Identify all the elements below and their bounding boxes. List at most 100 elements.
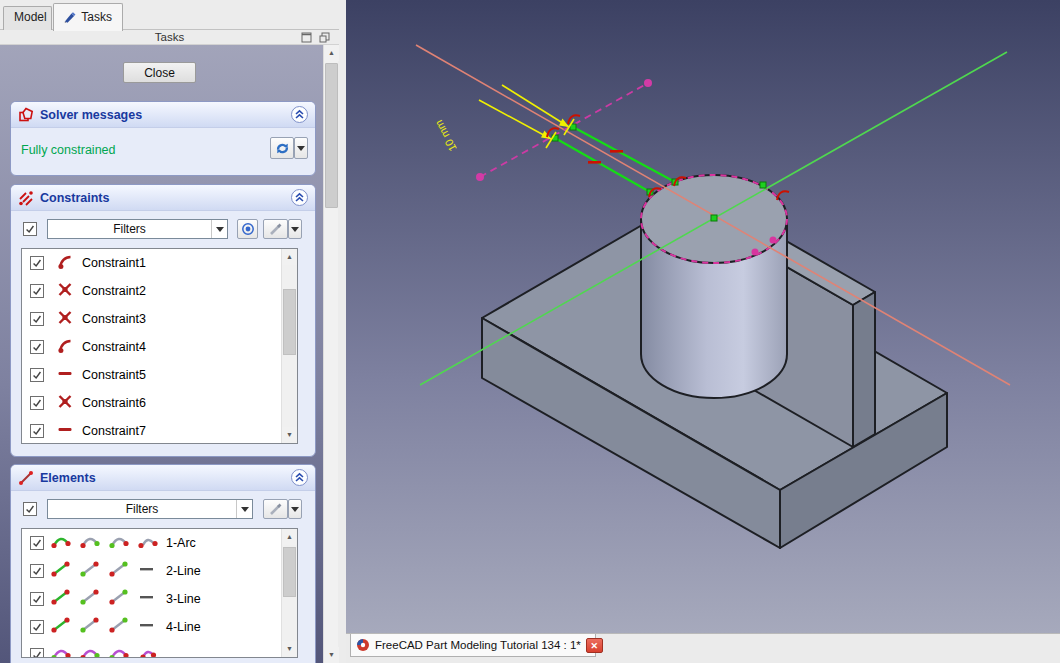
row-checkbox[interactable]: [30, 564, 44, 578]
constraints-settings-dropdown[interactable]: [288, 219, 302, 239]
constraints-master-checkbox[interactable]: [23, 222, 37, 236]
constraint-row[interactable]: Constraint4: [22, 333, 297, 361]
row-checkbox[interactable]: [30, 312, 44, 326]
refresh-icon: [275, 141, 290, 156]
row-checkbox[interactable]: [30, 284, 44, 298]
element-icon-line-gray-gr: [80, 589, 102, 609]
constraints-header[interactable]: Constraints: [11, 185, 315, 211]
scroll-down-icon[interactable]: ▼: [282, 641, 297, 657]
elements-settings-button[interactable]: [263, 499, 288, 519]
constraint-label: Constraint5: [82, 368, 146, 382]
constraints-list-scrollbar[interactable]: ▲ ▼: [281, 249, 297, 443]
solver-messages-header[interactable]: Solver messages: [11, 102, 315, 128]
constraint-type-icon: [56, 281, 76, 302]
row-checkbox[interactable]: [30, 340, 44, 354]
row-checkbox[interactable]: [30, 648, 44, 658]
solver-collapse-button[interactable]: [291, 106, 308, 123]
element-icon-arc-mag-rg: [80, 645, 102, 658]
element-icon-arc-small-rr: [138, 533, 160, 553]
dimension-10mm[interactable]: [479, 85, 574, 148]
tab-model[interactable]: Model: [3, 6, 52, 30]
element-row[interactable]: 2-Line: [22, 557, 297, 585]
element-icon-dash: [138, 561, 160, 581]
wand-icon: [268, 222, 283, 237]
scroll-down-icon[interactable]: ▼: [324, 647, 339, 663]
chevron-up-icon: [294, 192, 305, 203]
tab-tasks[interactable]: Tasks: [53, 3, 123, 31]
element-row[interactable]: 1-Arc: [22, 529, 297, 557]
elements-header[interactable]: Elements: [11, 465, 315, 491]
constraint-row[interactable]: Constraint6: [22, 389, 297, 417]
elements-list-scrollbar[interactable]: ▲ ▼: [281, 529, 297, 657]
wand-icon: [268, 502, 283, 517]
scroll-up-icon[interactable]: ▲: [282, 529, 297, 545]
elements-master-checkbox[interactable]: [23, 502, 37, 516]
constraint-label: Constraint4: [82, 340, 146, 354]
update-dropdown-button[interactable]: [294, 137, 308, 159]
freecad-icon: [356, 638, 370, 652]
scroll-down-icon[interactable]: ▼: [282, 427, 297, 443]
constraint-label: Constraint1: [82, 256, 146, 270]
constraint-type-icon: [56, 309, 76, 330]
row-checkbox[interactable]: [30, 424, 44, 438]
combo-arrow-icon: [236, 500, 252, 518]
float-panel-icon[interactable]: [301, 32, 312, 43]
constraints-filter-combobox[interactable]: Filters: [47, 219, 228, 239]
element-row[interactable]: 4-Line: [22, 613, 297, 641]
constraints-collapse-button[interactable]: [291, 189, 308, 206]
element-icon-line-gray-rg: [109, 561, 131, 581]
row-checkbox[interactable]: [30, 536, 44, 550]
update-button[interactable]: [270, 137, 294, 159]
element-row[interactable]: 3-Line: [22, 585, 297, 613]
row-checkbox[interactable]: [30, 256, 44, 270]
element-label: 1-Arc: [166, 536, 196, 550]
row-checkbox[interactable]: [30, 592, 44, 606]
tasks-panel-title: Tasks: [155, 31, 184, 43]
tab-close-button[interactable]: ✕: [586, 638, 603, 653]
close-button[interactable]: Close: [123, 62, 196, 83]
row-checkbox[interactable]: [30, 396, 44, 410]
document-tab[interactable]: FreeCAD Part Modeling Tutorial 134 : 1* …: [350, 634, 596, 657]
element-icon-arc-gray-rg: [80, 533, 102, 553]
dock-panel-icon[interactable]: [319, 32, 330, 43]
panel-splitter[interactable]: [339, 0, 346, 663]
horizontal-constraint-marks: [588, 150, 623, 164]
constraint-label: Constraint6: [82, 396, 146, 410]
sketch-line-1[interactable]: [555, 138, 650, 192]
combo-arrow-icon: [211, 220, 227, 238]
element-icon-arc-mag-gr: [109, 645, 131, 658]
element-icon-line-gray-rg: [109, 589, 131, 609]
row-checkbox[interactable]: [30, 620, 44, 634]
elements-list: 1-Arc 2-Line 3-Line4-Line ▲ ▼: [21, 528, 298, 658]
panel-scrollbar[interactable]: ▲ ▼: [323, 45, 338, 663]
row-checkbox[interactable]: [30, 368, 44, 382]
element-row[interactable]: [22, 641, 297, 658]
elements-filter-combobox[interactable]: Filters: [47, 499, 253, 519]
element-icon-line-green-rr: [51, 617, 73, 637]
constraint-label: Constraint2: [82, 284, 146, 298]
elements-filter-label: Filters: [48, 502, 236, 516]
elements-collapse-button[interactable]: [291, 469, 308, 486]
element-icon-arc-small-mag: [138, 645, 160, 658]
constraint-row[interactable]: Constraint2: [22, 277, 297, 305]
dropdown-arrow-icon: [291, 507, 299, 512]
constraint-row[interactable]: Constraint5: [22, 361, 297, 389]
constraint-row[interactable]: Constraint7: [22, 417, 297, 444]
constraint-row[interactable]: Constraint1: [22, 249, 297, 277]
show-hide-constraints-button[interactable]: [237, 219, 258, 239]
scroll-up-icon[interactable]: ▲: [324, 45, 339, 61]
solver-status: Fully constrained: [21, 143, 116, 157]
scroll-up-icon[interactable]: ▲: [282, 249, 297, 265]
element-label: 2-Line: [166, 564, 201, 578]
sketch-line-2[interactable]: [573, 127, 675, 182]
constraint-type-icon: [56, 337, 76, 358]
element-icon-line-green-rr: [51, 589, 73, 609]
constraint-label: Constraint3: [82, 312, 146, 326]
sketch-point: [752, 249, 759, 256]
elements-settings-dropdown[interactable]: [288, 499, 302, 519]
construction-point: [476, 173, 484, 181]
constraints-settings-button[interactable]: [263, 219, 288, 239]
elements-section: Elements Filters 1-Arc 2-Line 3-Line4-Line…: [10, 464, 316, 663]
3d-viewport[interactable]: 10 mm: [346, 0, 1060, 633]
constraint-row[interactable]: Constraint3: [22, 305, 297, 333]
